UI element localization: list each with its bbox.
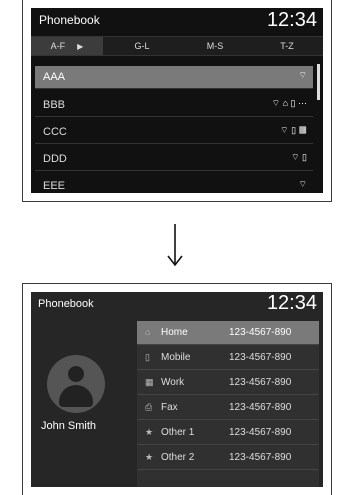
star-icon: ★ xyxy=(145,452,154,462)
fax-icon: ⎙ xyxy=(145,402,153,412)
number-type-label: Mobile xyxy=(161,352,191,363)
phone-number: 123-4567-890 xyxy=(229,377,292,388)
screen-title: Phonebook xyxy=(39,13,100,27)
number-type-label: Fax xyxy=(161,402,178,413)
phone-number: 123-4567-890 xyxy=(229,427,292,438)
phone-number: 123-4567-890 xyxy=(229,402,292,413)
number-type-label: Other 2 xyxy=(161,452,195,463)
contact-type-icons: ⌔ xyxy=(298,70,307,80)
contact-type-icons: ⌔ xyxy=(298,179,307,189)
list-item[interactable]: ★ Other 1 123-4567-890 xyxy=(137,421,319,445)
phone-number-list: ⌂ Home 123-4567-890 ▯ Mobile 123-4567-89… xyxy=(137,321,319,487)
phone-number: 123-4567-890 xyxy=(229,452,292,463)
tab-label: G-L xyxy=(134,41,150,51)
play-arrow-icon: ▶ xyxy=(77,42,84,51)
contact-name: CCC xyxy=(43,126,67,138)
star-icon: ★ xyxy=(145,427,154,437)
contact-type-icons: ⌔ ▯ xyxy=(291,152,307,162)
tab-m-s[interactable]: M-S xyxy=(181,37,249,55)
contact-type-icons: ⌔ ▯ ▦ xyxy=(280,125,307,135)
list-item[interactable]: CCC ⌔ ▯ ▦ xyxy=(35,121,313,144)
mobile-icon: ▯ xyxy=(145,352,150,362)
tab-t-z[interactable]: T-Z xyxy=(249,37,323,55)
list-item[interactable]: EEE ⌔ xyxy=(35,175,313,193)
list-item[interactable]: ⌂ Home 123-4567-890 xyxy=(137,321,319,345)
clock: 12:34 xyxy=(266,9,317,31)
list-item[interactable]: ▯ Mobile 123-4567-890 xyxy=(137,346,319,370)
list-item[interactable]: DDD ⌔ ▯ xyxy=(35,148,313,171)
alpha-tab-bar: A-F ▶ G-L M-S T-Z xyxy=(31,36,323,56)
phone-number: 123-4567-890 xyxy=(229,327,292,338)
tab-label: A-F xyxy=(50,41,66,51)
arrow-down-icon xyxy=(167,224,183,267)
phonebook-list-screen: Phonebook 12:34 A-F ▶ G-L M-S T-Z AAA ⌔ B… xyxy=(31,8,323,193)
avatar-head xyxy=(68,366,84,382)
avatar xyxy=(47,355,105,413)
contact-type-icons: ⌔ ⌂ ▯ ⋯ xyxy=(271,98,307,108)
work-icon: ▦ xyxy=(145,377,154,387)
avatar-body xyxy=(59,385,93,407)
tab-g-l[interactable]: G-L xyxy=(103,37,181,55)
list-item[interactable]: BBB ⌔ ⌂ ▯ ⋯ xyxy=(35,94,313,117)
tab-label: T-Z xyxy=(280,41,294,51)
home-icon: ⌂ xyxy=(145,327,151,337)
phonebook-list-panel: Phonebook 12:34 A-F ▶ G-L M-S T-Z AAA ⌔ B… xyxy=(22,0,332,202)
tab-a-f[interactable]: A-F ▶ xyxy=(31,37,103,55)
list-item[interactable]: AAA ⌔ xyxy=(35,66,313,89)
contact-name: DDD xyxy=(43,153,67,165)
number-type-label: Other 1 xyxy=(161,427,195,438)
contact-name: John Smith xyxy=(41,420,97,432)
list-item[interactable]: ▦ Work 123-4567-890 xyxy=(137,371,319,395)
number-type-label: Work xyxy=(161,377,185,388)
contact-detail-screen: Phonebook 12:34 John Smith ⌂ Home 123-45… xyxy=(31,292,323,487)
scrollbar[interactable] xyxy=(317,64,320,100)
clock: 12:34 xyxy=(266,292,317,314)
contact-name: AAA xyxy=(43,71,66,83)
list-item[interactable]: ★ Other 2 123-4567-890 xyxy=(137,446,319,470)
screen-title: Phonebook xyxy=(38,298,94,310)
list-item[interactable]: ⎙ Fax 123-4567-890 xyxy=(137,396,319,420)
contact-detail-panel: Phonebook 12:34 John Smith ⌂ Home 123-45… xyxy=(22,283,332,495)
number-type-label: Home xyxy=(161,327,188,338)
tab-label: M-S xyxy=(206,41,224,51)
contact-name: EEE xyxy=(43,180,66,192)
contact-name: BBB xyxy=(43,99,66,111)
phone-number: 123-4567-890 xyxy=(229,352,292,363)
